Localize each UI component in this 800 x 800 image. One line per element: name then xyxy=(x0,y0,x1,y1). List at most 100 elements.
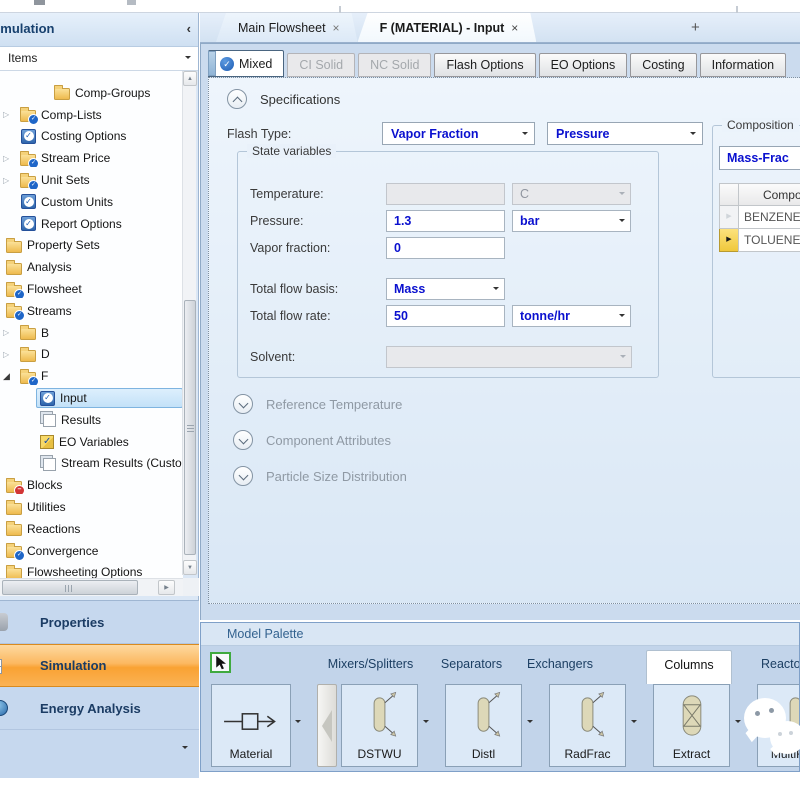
tree-item[interactable]: ▷ Comp-Lists xyxy=(0,104,183,126)
model-button[interactable]: RadFrac xyxy=(549,684,626,767)
model-options-chevron-icon[interactable] xyxy=(527,720,533,723)
value-input[interactable]: 50 xyxy=(386,305,505,327)
document-tab[interactable]: F (MATERIAL) - Input × xyxy=(358,13,537,42)
tree-item[interactable]: ▷ Unit Sets xyxy=(0,169,183,191)
palette-tab[interactable]: Columns xyxy=(646,650,732,684)
tree-item[interactable]: Flowsheeting Options xyxy=(0,562,183,578)
tree-item[interactable]: Convergence xyxy=(0,540,183,562)
tree-item[interactable]: Report Options xyxy=(0,213,183,235)
tree-item[interactable]: Comp-Groups xyxy=(0,82,183,104)
form-tab[interactable]: NC Solid xyxy=(358,53,431,77)
pane-options-chevron-icon[interactable] xyxy=(182,746,188,749)
tree-item[interactable]: Input xyxy=(0,387,183,409)
environment-button[interactable]: Properties xyxy=(0,601,199,644)
scroll-up-icon[interactable]: ▲ xyxy=(183,71,197,86)
scroll-right-icon[interactable]: ▶ xyxy=(158,580,175,595)
items-filter-dropdown[interactable]: Items xyxy=(0,47,198,71)
unit-select[interactable]: C xyxy=(512,183,631,205)
collapse-section-icon[interactable] xyxy=(227,89,247,109)
tree-item[interactable]: Costing Options xyxy=(0,126,183,148)
tree-item[interactable]: ▷ D xyxy=(0,344,183,366)
palette-tab[interactable]: Reactors xyxy=(744,657,800,671)
flash-type-select-1[interactable]: Vapor Fraction xyxy=(382,122,535,145)
form-tab[interactable]: Mixed xyxy=(208,50,284,77)
palette-tab[interactable]: Separators xyxy=(429,657,514,671)
value-input[interactable] xyxy=(386,183,505,205)
composition-row[interactable]: BENZENE xyxy=(719,206,800,229)
model-button[interactable]: Distl xyxy=(445,684,522,767)
tree-expander-icon[interactable]: ▷ xyxy=(3,154,16,163)
composition-basis-select[interactable]: Mass-Frac xyxy=(719,146,800,170)
tree-item[interactable]: ▷ Stream Price xyxy=(0,147,183,169)
value-input[interactable]: 0 xyxy=(386,237,505,259)
model-button[interactable]: Extract xyxy=(653,684,730,767)
tree-item[interactable]: Stream Results (Custom) xyxy=(0,453,183,475)
collapsed-section-header[interactable]: Particle Size Distribution xyxy=(233,465,407,487)
model-button[interactable]: DSTWU xyxy=(341,684,418,767)
tree-expander-icon[interactable]: ▷ xyxy=(3,110,16,119)
collapse-pane-icon[interactable]: ‹ xyxy=(187,21,191,36)
tree-item[interactable]: Streams xyxy=(0,300,183,322)
tree-item[interactable]: ▷ B xyxy=(0,322,183,344)
environment-button[interactable]: Energy Analysis xyxy=(0,687,199,730)
tree-vertical-scrollbar[interactable]: ▲ ▼ xyxy=(182,71,196,575)
tab-scroll-strip[interactable] xyxy=(208,51,216,76)
tree-item[interactable]: Blocks xyxy=(0,474,183,496)
tree-expander-icon[interactable]: ▷ xyxy=(3,176,16,185)
form-tab[interactable]: Flash Options xyxy=(434,53,535,77)
value-input[interactable]: Mass xyxy=(386,278,505,300)
palette-items-row: Material xyxy=(201,684,799,768)
composition-group: Composition Mass-Frac Component xyxy=(712,125,800,378)
expand-section-icon[interactable] xyxy=(233,430,253,450)
value-input[interactable]: 1.3 xyxy=(386,210,505,232)
palette-tab-bar: Mixers/Splitters Separators Exchangers C… xyxy=(201,648,799,684)
form-tab[interactable]: Information xyxy=(700,53,787,77)
environment-button[interactable]: Simulation xyxy=(0,644,199,687)
tree-item[interactable]: Custom Units xyxy=(0,191,183,213)
scrollbar-thumb[interactable] xyxy=(184,300,196,555)
expand-section-icon[interactable] xyxy=(233,466,253,486)
material-stream-button[interactable]: Material xyxy=(211,684,291,767)
composition-table-header: Component xyxy=(719,183,800,206)
specifications-section-header[interactable]: Specifications xyxy=(227,89,340,109)
scroll-down-icon[interactable]: ▼ xyxy=(183,560,197,575)
unit-select[interactable]: tonne/hr xyxy=(512,305,631,327)
close-tab-icon[interactable]: × xyxy=(511,21,518,35)
material-options-chevron-icon[interactable] xyxy=(295,720,301,723)
tree-item-icon xyxy=(6,306,22,318)
tree-expander-icon[interactable]: ▷ xyxy=(3,350,16,359)
model-options-chevron-icon[interactable] xyxy=(631,720,637,723)
tree-horizontal-scrollbar[interactable]: ▶ xyxy=(0,578,183,596)
palette-scroll-left-button[interactable] xyxy=(317,684,337,767)
tree-item[interactable]: Property Sets xyxy=(0,235,183,257)
unit-select[interactable]: bar xyxy=(512,210,631,232)
tree-item[interactable]: Results xyxy=(0,409,183,431)
tree-item[interactable]: Utilities xyxy=(0,496,183,518)
model-options-chevron-icon[interactable] xyxy=(423,720,429,723)
palette-tab[interactable]: Mixers/Splitters xyxy=(313,657,428,671)
document-tab[interactable]: Main Flowsheet × xyxy=(216,13,358,42)
form-tab[interactable]: CI Solid xyxy=(287,53,355,77)
tree-item[interactable]: EO Variables xyxy=(0,431,183,453)
scrollbar-thumb[interactable] xyxy=(2,580,138,595)
value-input[interactable] xyxy=(386,346,632,368)
tree-item[interactable]: ◢ F xyxy=(0,365,183,387)
composition-row[interactable]: TOLUENE xyxy=(719,229,800,252)
ribbon-fragment xyxy=(127,0,136,5)
tree-expander-icon[interactable]: ◢ xyxy=(3,371,16,382)
expand-section-icon[interactable] xyxy=(233,394,253,414)
tree-item[interactable]: Flowsheet xyxy=(0,278,183,300)
flash-type-select-2[interactable]: Pressure xyxy=(547,122,703,145)
form-tab[interactable]: Costing xyxy=(630,53,696,77)
tree-item[interactable]: Reactions xyxy=(0,518,183,540)
collapsed-section-header[interactable]: Reference Temperature xyxy=(233,393,407,415)
chevron-down-icon xyxy=(619,314,625,317)
tree-expander-icon[interactable]: ▷ xyxy=(3,328,16,337)
form-tab[interactable]: EO Options xyxy=(539,53,628,77)
model-options-chevron-icon[interactable] xyxy=(735,720,741,723)
tree-item[interactable]: Analysis xyxy=(0,256,183,278)
palette-tab[interactable]: Exchangers xyxy=(517,657,603,671)
close-tab-icon[interactable]: × xyxy=(333,21,340,35)
collapsed-section-header[interactable]: Component Attributes xyxy=(233,429,407,451)
new-tab-button[interactable]: + xyxy=(691,20,700,35)
